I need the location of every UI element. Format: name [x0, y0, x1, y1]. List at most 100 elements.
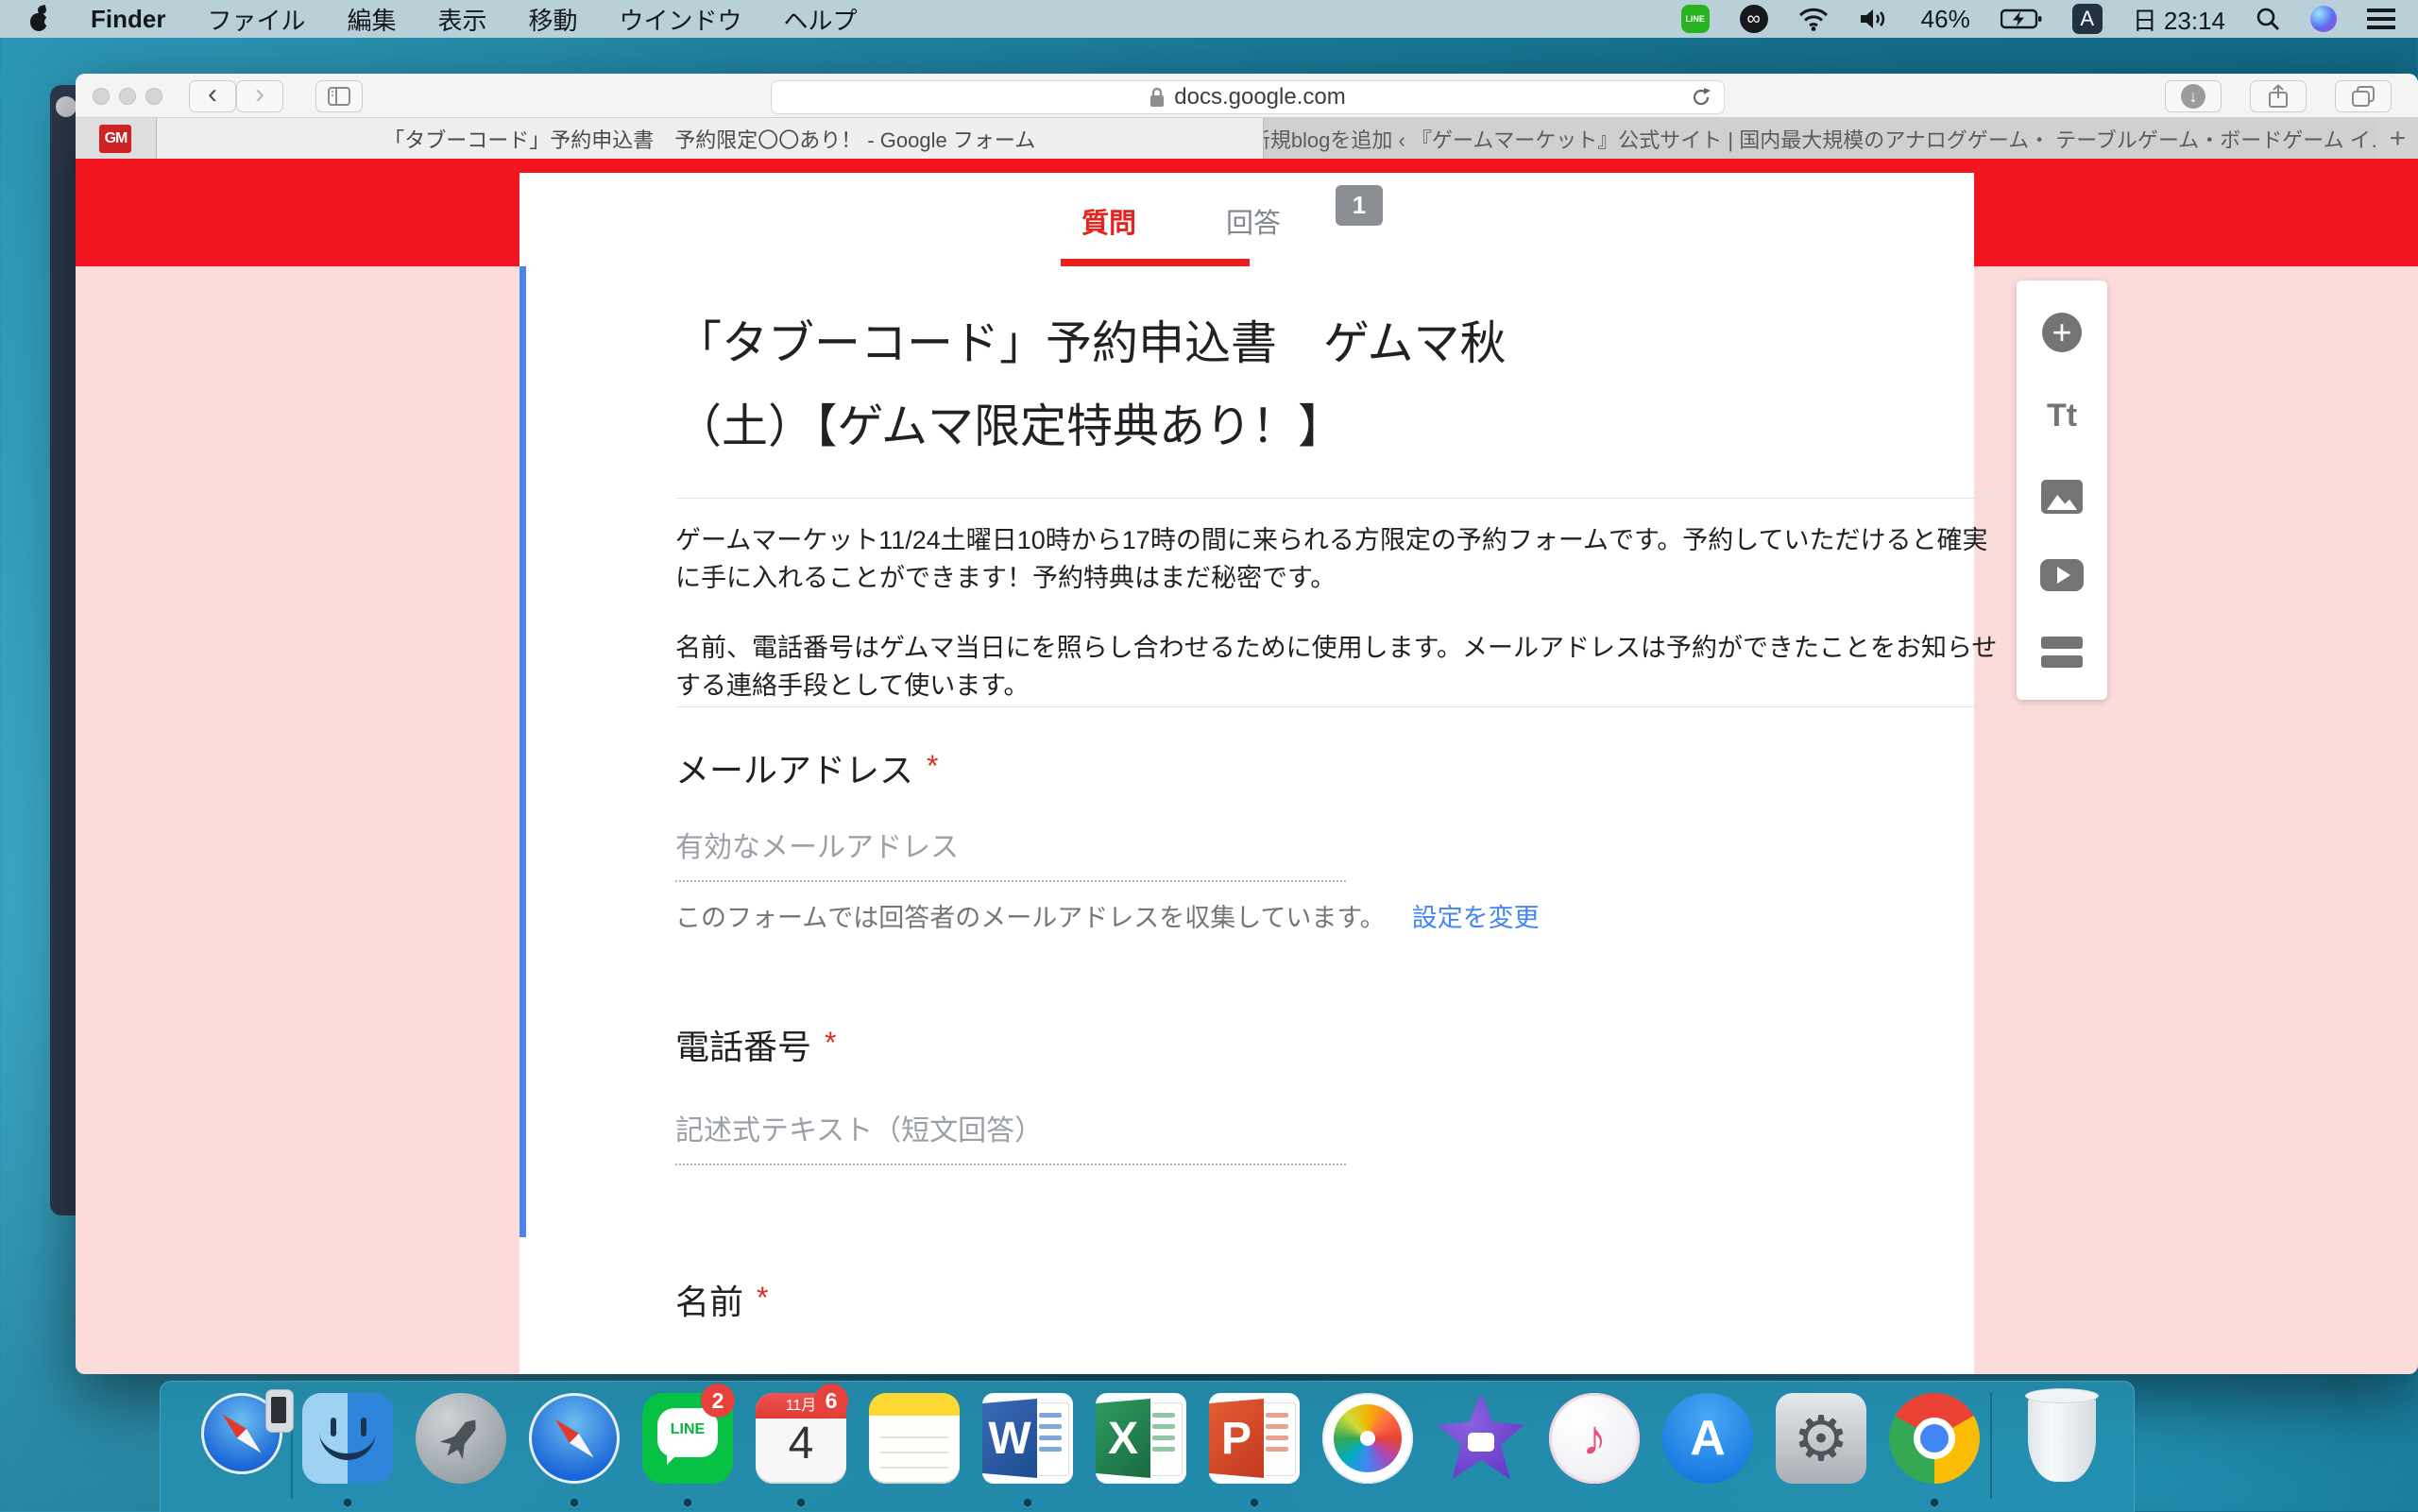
dock-handoff-safari[interactable] — [201, 1393, 292, 1484]
apple-menu-icon[interactable] — [28, 7, 49, 31]
chrome-icon — [1889, 1393, 1980, 1484]
background-tab[interactable]: 新規blogを追加 ‹ 『ゲームマーケット』公式サイト | 国内最大規模のアナロ… — [1263, 118, 2378, 159]
reload-button[interactable] — [1690, 86, 1712, 109]
calendar-badge: 6 — [814, 1384, 848, 1418]
add-image-button[interactable] — [2041, 480, 2083, 514]
safari-compass-icon — [529, 1393, 620, 1484]
active-tab[interactable]: 「タブーコード」予約申込書 予約限定〇〇あり！ - Google フォーム — [157, 118, 1263, 159]
youtube-play-icon — [2057, 567, 2070, 584]
running-indicator-word — [1024, 1499, 1031, 1506]
downloads-button[interactable]: ↓ — [2165, 80, 2222, 112]
dock-photos[interactable] — [1322, 1393, 1413, 1484]
required-asterisk: * — [927, 749, 938, 783]
menu-clock[interactable]: 日 23:14 — [2133, 2, 2225, 37]
dock-trash[interactable] — [2017, 1393, 2107, 1484]
menu-go[interactable]: 移動 — [529, 2, 578, 37]
line-status-icon[interactable]: LINE — [1681, 5, 1710, 33]
tab-questions[interactable]: 質問 — [1081, 201, 1136, 241]
form-card: 「タブーコード」予約申込書 ゲムマ秋 （土）【ゲムマ限定特典あり！】 ゲームマー… — [519, 266, 1974, 1374]
browser-toolbar: ‹ › docs.google.com ↓ — [76, 74, 2418, 118]
menu-bar: Finder ファイル 編集 表示 移動 ウインドウ ヘルプ LINE ∞ 46… — [0, 0, 2418, 38]
add-question-button[interactable]: + — [2042, 313, 2082, 352]
share-icon — [2268, 84, 2289, 109]
google-forms-page: 質問 回答 1 「タブーコード」予約申込書 ゲムマ秋 （土）【ゲムマ限定特典あり… — [76, 159, 2418, 1374]
address-text: docs.google.com — [1174, 84, 1345, 110]
notes-icon — [869, 1393, 960, 1484]
running-indicator-safari — [570, 1499, 578, 1506]
required-asterisk: * — [825, 1026, 836, 1060]
change-settings-link[interactable]: 設定を変更 — [1412, 897, 1540, 934]
menu-help[interactable]: ヘルプ — [784, 2, 858, 37]
dock: LINE 2 11月4 6 W X P ♪ A ⚙ — [160, 1381, 2135, 1512]
menu-view[interactable]: 表示 — [437, 2, 486, 37]
dock-safari[interactable] — [529, 1393, 620, 1484]
line-badge: 2 — [701, 1384, 735, 1418]
dock-system-preferences[interactable]: ⚙ — [1776, 1393, 1866, 1484]
tab-bar: GM 「タブーコード」予約申込書 予約限定〇〇あり！ - Google フォーム… — [76, 118, 2418, 160]
email-collection-note: このフォームでは回答者のメールアドレスを収集しています。 設定を変更 — [675, 897, 1540, 934]
notification-center-icon[interactable] — [2367, 8, 2395, 30]
dock-imovie[interactable] — [1436, 1393, 1526, 1484]
dock-chrome[interactable] — [1889, 1393, 1980, 1484]
menu-app-name[interactable]: Finder — [91, 5, 165, 34]
tabs-overview-button[interactable] — [2335, 80, 2392, 112]
dock-powerpoint[interactable]: P — [1209, 1393, 1300, 1484]
add-video-button[interactable] — [2040, 559, 2084, 591]
name-question-label[interactable]: 名前* — [675, 1275, 768, 1324]
iphone-handoff-icon — [265, 1389, 294, 1433]
lock-icon — [1149, 87, 1165, 108]
dock-launchpad[interactable] — [416, 1393, 506, 1484]
spotlight-icon[interactable] — [2256, 7, 2280, 31]
address-bar[interactable]: docs.google.com — [771, 80, 1725, 114]
email-question-label[interactable]: メールアドレス* — [675, 743, 938, 792]
share-button[interactable] — [2250, 80, 2307, 112]
imovie-icon — [1436, 1393, 1526, 1484]
image-icon — [2047, 495, 2077, 510]
wifi-icon[interactable] — [1798, 7, 1829, 31]
dock-excel[interactable]: X — [1096, 1393, 1186, 1484]
excel-icon: X — [1096, 1393, 1186, 1484]
minimize-window-button[interactable] — [119, 88, 136, 105]
add-section-button[interactable] — [2041, 637, 2083, 668]
dock-app-store[interactable]: A — [1662, 1393, 1753, 1484]
form-description-2[interactable]: 名前、電話番号はゲムマ当日にを照らし合わせるために使用します。メールアドレスは予… — [675, 629, 2009, 705]
back-button[interactable]: ‹ — [189, 80, 236, 112]
phone-input[interactable]: 記述式テキスト（短文回答） — [675, 1107, 1346, 1165]
dock-notes[interactable] — [869, 1393, 960, 1484]
dock-word[interactable]: W — [982, 1393, 1073, 1484]
photos-icon — [1322, 1393, 1413, 1484]
form-tabs-card: 質問 回答 1 — [519, 173, 1974, 266]
email-input[interactable]: 有効なメールアドレス — [675, 824, 1346, 882]
finder-icon — [302, 1393, 393, 1484]
forward-button[interactable]: › — [236, 80, 283, 112]
phone-question-label[interactable]: 電話番号* — [675, 1020, 836, 1069]
dock-itunes[interactable]: ♪ — [1549, 1393, 1640, 1484]
form-side-toolbar: + Tt — [2017, 280, 2107, 700]
volume-icon[interactable] — [1859, 7, 1891, 31]
dock-finder[interactable] — [302, 1393, 393, 1484]
form-description-1[interactable]: ゲームマーケット11/24土曜日10時から17時の間に来られる方限定の予約フォー… — [675, 521, 2009, 597]
zoom-window-button[interactable] — [145, 88, 162, 105]
pinned-tab[interactable]: GM — [76, 118, 157, 159]
form-title[interactable]: 「タブーコード」予約申込書 ゲムマ秋 （土）【ゲムマ限定特典あり！】 — [675, 302, 1507, 468]
itunes-icon: ♪ — [1549, 1393, 1640, 1484]
menu-window[interactable]: ウインドウ — [620, 2, 742, 37]
sidebar-icon — [328, 87, 350, 106]
menu-file[interactable]: ファイル — [207, 2, 305, 37]
app-store-icon: A — [1662, 1393, 1753, 1484]
background-window-control — [56, 96, 77, 117]
sidebar-toggle-button[interactable] — [315, 80, 363, 112]
input-source-icon[interactable]: A — [2072, 4, 2103, 34]
creative-cloud-icon[interactable]: ∞ — [1740, 5, 1768, 33]
selected-section-indicator — [519, 266, 526, 1237]
dock-divider — [1990, 1393, 1992, 1499]
new-tab-button[interactable]: + — [2377, 118, 2418, 159]
battery-percent: 46% — [1921, 5, 1970, 34]
running-indicator-calendar — [797, 1499, 805, 1506]
tab-questions-underline — [1061, 259, 1250, 266]
tab-responses[interactable]: 回答 — [1226, 201, 1281, 241]
close-window-button[interactable] — [93, 88, 110, 105]
add-title-text-button[interactable]: Tt — [2047, 398, 2077, 434]
siri-icon[interactable] — [2310, 6, 2337, 32]
menu-edit[interactable]: 編集 — [347, 2, 396, 37]
